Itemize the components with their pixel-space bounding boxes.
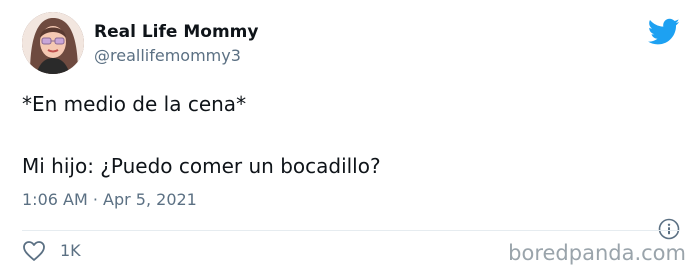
author-display-name[interactable]: Real Life Mommy (94, 22, 258, 42)
heart-icon[interactable] (22, 240, 46, 262)
avatar-illustration (22, 12, 84, 74)
divider (22, 230, 680, 231)
author-handle[interactable]: @reallifemommy3 (94, 46, 241, 65)
avatar[interactable] (22, 12, 84, 74)
like-count: 1K (60, 241, 81, 260)
info-icon[interactable] (658, 218, 680, 240)
tweet-text-line-2: Mi hijo: ¿Puedo comer un bocadillo? (22, 154, 381, 178)
tweet-text-line-1: *En medio de la cena* (22, 92, 247, 116)
tweet-card: Real Life Mommy @reallifemommy3 *En medi… (0, 0, 700, 280)
twitter-bird-icon[interactable] (648, 18, 680, 46)
watermark: boredpanda.com (508, 241, 686, 265)
tweet-timestamp[interactable]: 1:06 AM · Apr 5, 2021 (22, 190, 197, 209)
